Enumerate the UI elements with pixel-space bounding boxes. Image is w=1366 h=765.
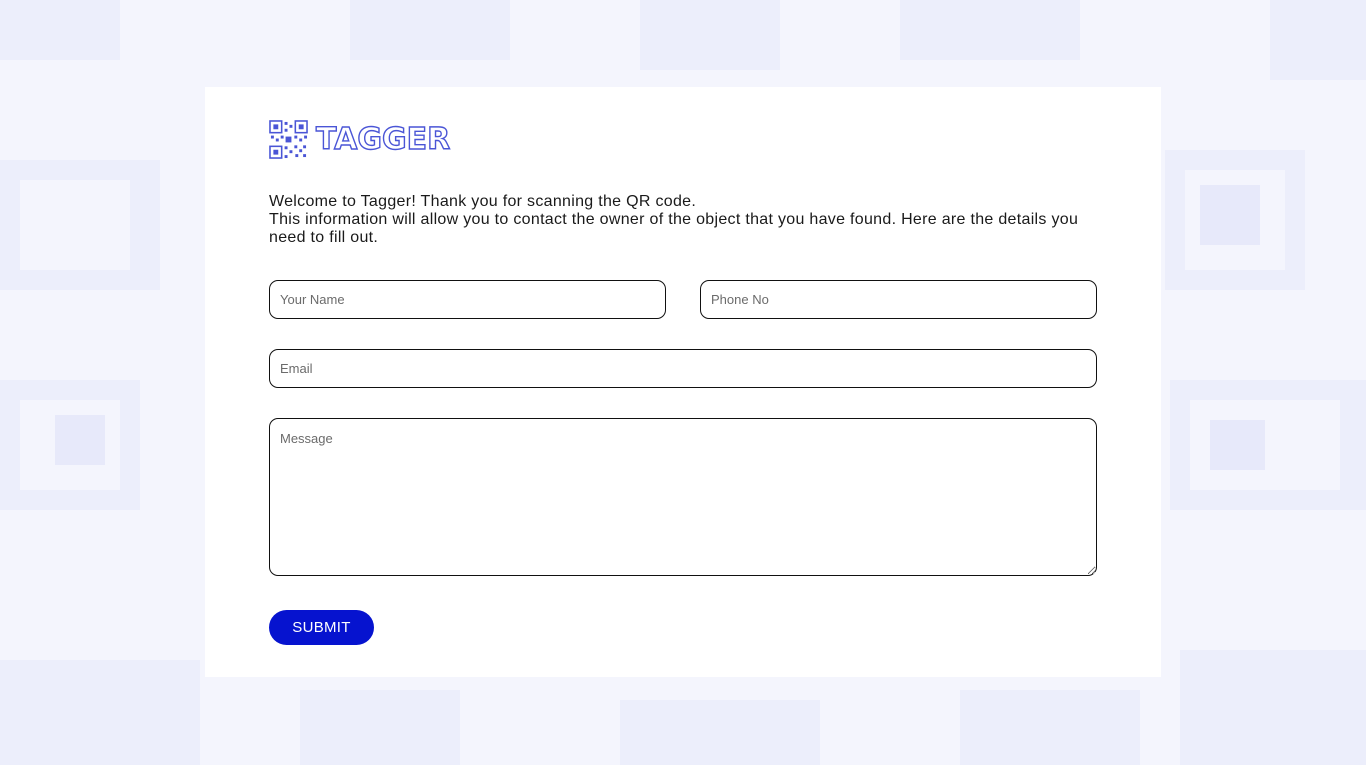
email-input[interactable]: [269, 349, 1097, 388]
intro-line-instructions: This information will allow you to conta…: [269, 211, 1079, 246]
name-input[interactable]: [269, 280, 666, 319]
submit-button[interactable]: SUBMIT: [269, 610, 374, 645]
phone-input[interactable]: [700, 280, 1097, 319]
tagger-logo: TAGGER: [269, 119, 451, 159]
qr-code-icon: [269, 119, 308, 159]
intro-text: Welcome to Tagger! Thank you for scannin…: [269, 193, 1099, 247]
message-textarea[interactable]: [269, 418, 1097, 576]
intro-line-welcome: Welcome to Tagger! Thank you for scannin…: [269, 193, 697, 210]
contact-card: TAGGER Welcome to Tagger! Thank you for …: [205, 87, 1161, 677]
logo-text: TAGGER: [315, 121, 451, 157]
